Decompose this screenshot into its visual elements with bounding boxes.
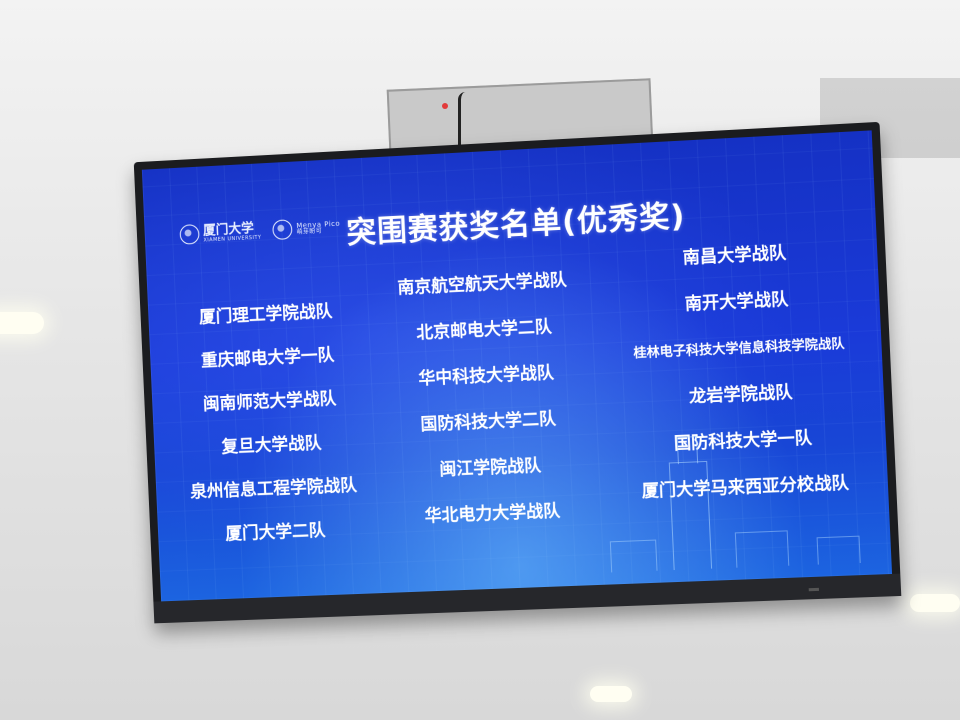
partner-emblem-icon <box>272 219 293 241</box>
xiamen-university-logo: 厦门大学 XIAMEN UNIVERSITY <box>179 221 262 245</box>
team-name: 复旦大学战队 <box>221 433 322 458</box>
tv-sensor <box>808 587 820 592</box>
partner-name-cn: 萌芽盼可 <box>296 227 323 236</box>
tv-monitor: 厦门大学 XIAMEN UNIVERSITY Menya Pico 萌芽盼可 突… <box>133 121 902 624</box>
university-seal-icon <box>179 224 200 245</box>
campus-building-illustration <box>609 539 658 573</box>
campus-building-illustration <box>816 535 861 565</box>
ceiling-light-left <box>0 312 44 334</box>
campus-tower-illustration <box>668 460 713 571</box>
team-name: 南昌大学战队 <box>682 243 787 269</box>
tv-screen: 厦门大学 XIAMEN UNIVERSITY Menya Pico 萌芽盼可 突… <box>141 130 893 602</box>
campus-building-illustration <box>734 530 790 568</box>
team-name: 厦门大学二队 <box>225 520 326 545</box>
team-name: 龙岩学院战队 <box>688 382 794 408</box>
ceiling-light-right <box>910 594 960 612</box>
team-name: 南开大学战队 <box>684 289 789 315</box>
partner-logo: Menya Pico 萌芽盼可 <box>272 217 340 241</box>
indicator-light <box>442 103 448 109</box>
team-name: 闽江学院战队 <box>439 455 542 481</box>
ceiling-light-bottom <box>590 686 632 702</box>
